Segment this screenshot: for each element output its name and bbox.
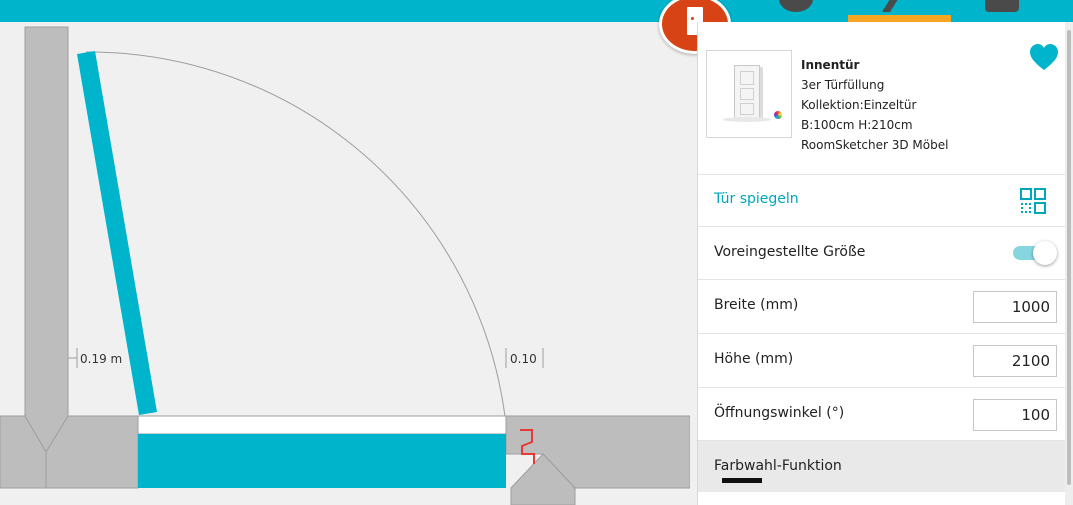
width-input[interactable] <box>973 291 1057 323</box>
pencil-tool-icon <box>882 0 898 12</box>
mirror-door-row[interactable]: Tür spiegeln <box>698 175 1066 227</box>
product-line-1: 3er Türfüllung <box>801 78 885 92</box>
tool-tab-camera[interactable] <box>985 0 1019 12</box>
mirror-door-label[interactable]: Tür spiegeln <box>714 191 799 207</box>
height-label: Höhe (mm) <box>714 351 794 367</box>
color-swatch[interactable] <box>722 478 762 483</box>
width-row: Breite (mm) <box>698 280 1066 334</box>
product-line-3: B:100cm H:210cm <box>801 118 913 132</box>
panel-scrollbar[interactable] <box>1067 30 1071 485</box>
camera-tool-icon <box>985 0 1019 12</box>
color-picker-row[interactable]: Farbwahl-Funktion <box>698 441 1066 492</box>
tool-tab-pencil[interactable] <box>876 0 910 12</box>
circle-tool-icon <box>779 0 813 12</box>
height-input[interactable] <box>973 345 1057 377</box>
height-row: Höhe (mm) <box>698 334 1066 388</box>
preset-size-label: Voreingestellte Größe <box>714 244 866 260</box>
active-tab-indicator <box>848 15 951 22</box>
color-wheel-icon[interactable] <box>774 111 782 119</box>
product-details: Innentür 3er Türfüllung Kollektion:Einze… <box>801 55 948 155</box>
dimension-label-right: 0.10 <box>510 352 537 366</box>
opening-angle-label: Öffnungswinkel (°) <box>714 405 845 421</box>
door-frame[interactable] <box>138 434 506 488</box>
heart-icon[interactable] <box>1029 44 1059 72</box>
preset-size-toggle[interactable] <box>1011 240 1057 266</box>
door-3d-preview <box>734 65 760 119</box>
product-title: Innentür <box>801 58 860 72</box>
mirror-icon[interactable] <box>1020 188 1046 214</box>
product-info: Innentür 3er Türfüllung Kollektion:Einze… <box>698 22 1066 175</box>
opening-angle-input[interactable] <box>973 399 1057 431</box>
preset-size-row: Voreingestellte Größe <box>698 227 1066 280</box>
width-label: Breite (mm) <box>714 297 799 313</box>
dimension-label-left: 0.19 m <box>80 352 122 366</box>
door-swing-arc <box>85 51 506 417</box>
product-line-2: Kollektion:Einzeltür <box>801 98 917 112</box>
properties-panel: Innentür 3er Türfüllung Kollektion:Einze… <box>697 22 1066 505</box>
floorplan-canvas[interactable]: 0.19 m 0.10 <box>0 22 690 505</box>
opening-angle-row: Öffnungswinkel (°) <box>698 388 1066 441</box>
tool-tab-circle[interactable] <box>779 0 813 12</box>
product-line-4: RoomSketcher 3D Möbel <box>801 138 949 152</box>
product-thumbnail[interactable] <box>706 50 792 138</box>
color-picker-label: Farbwahl-Funktion <box>714 458 842 474</box>
door-opening <box>137 415 507 435</box>
